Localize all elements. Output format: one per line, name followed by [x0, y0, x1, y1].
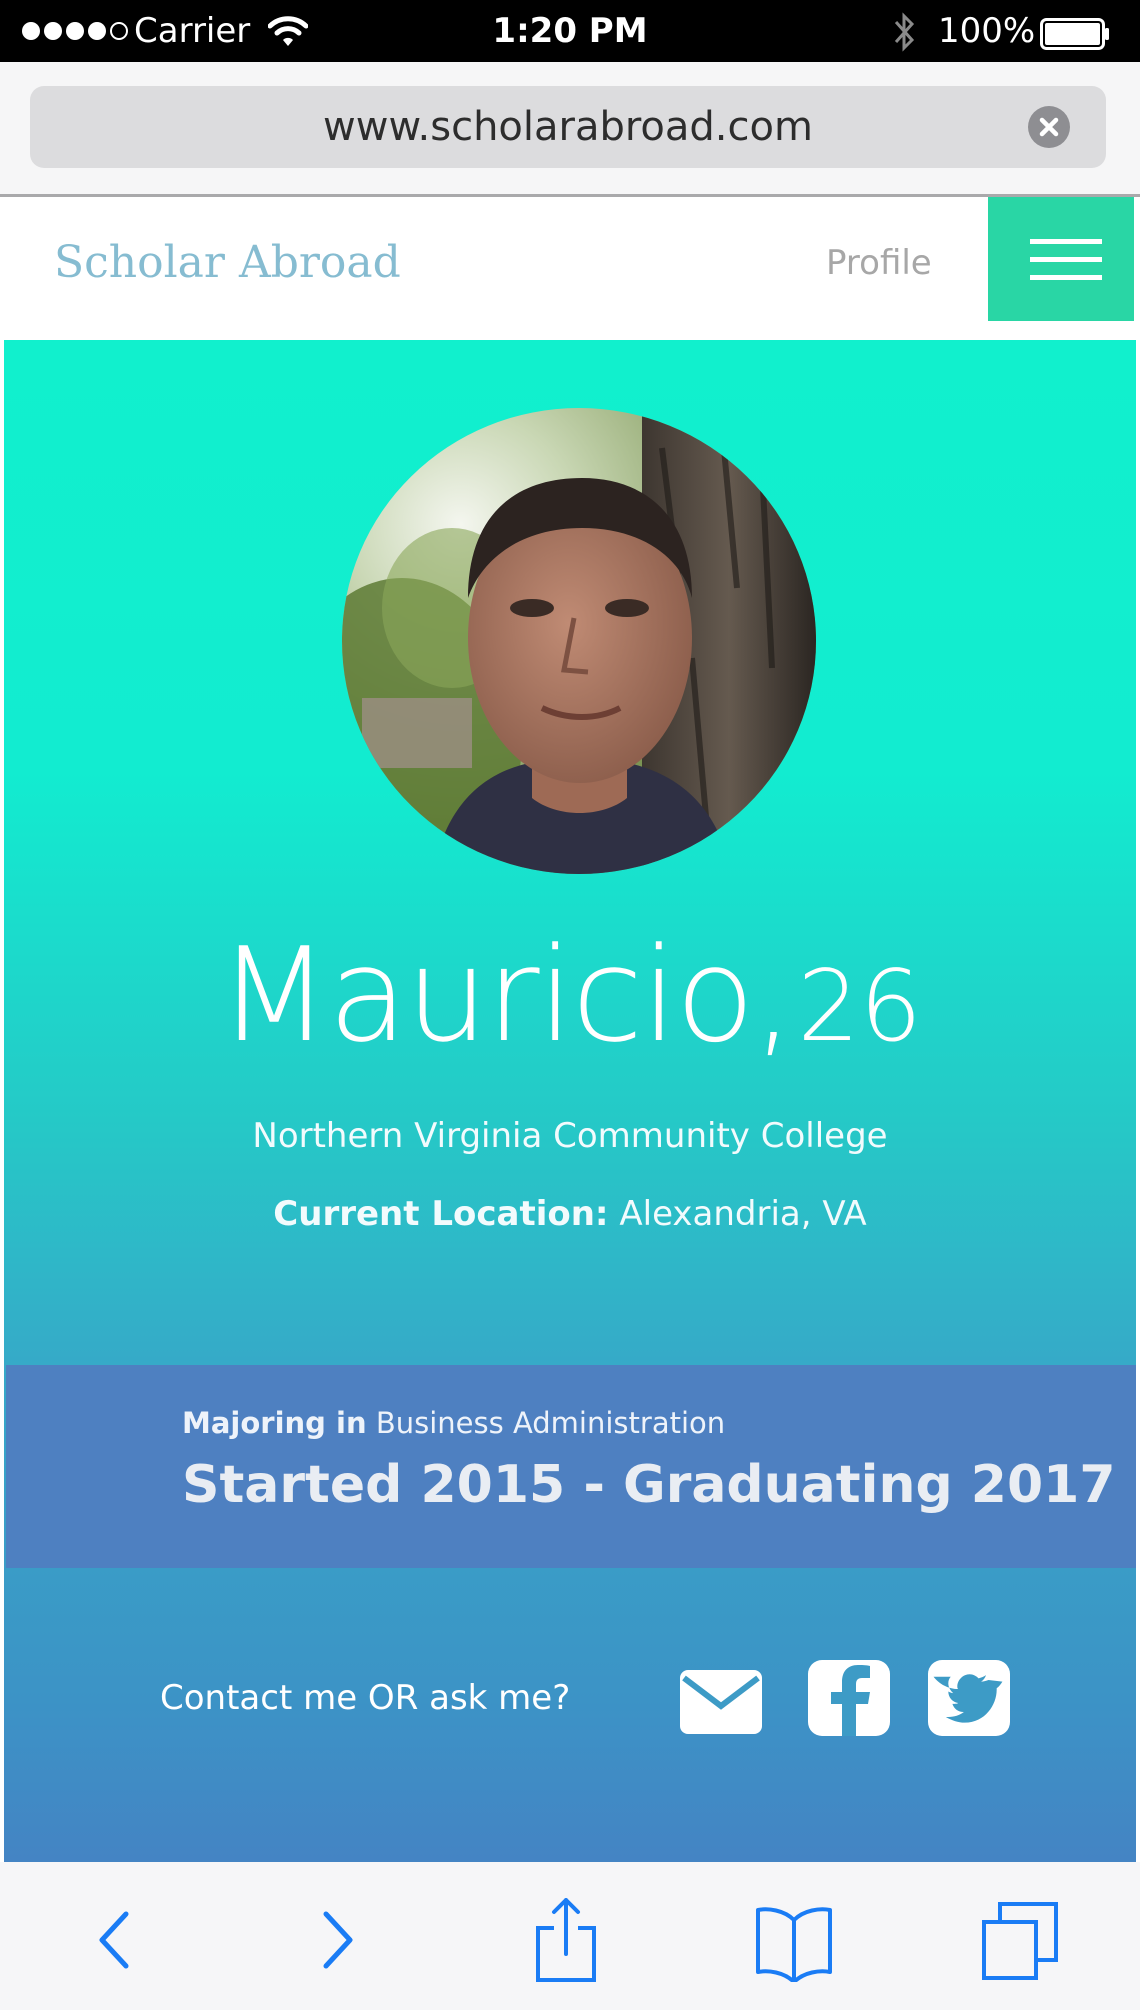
back-icon[interactable] [74, 1898, 154, 1982]
location-label: Current Location: [273, 1194, 609, 1234]
tabs-icon[interactable] [980, 1898, 1060, 1982]
site-header: Scholar Abroad Profile [6, 197, 1134, 340]
battery-percent: 100% [938, 11, 1036, 51]
hamburger-menu-icon[interactable] [988, 197, 1134, 321]
major-label: Majoring in [182, 1406, 367, 1440]
share-icon[interactable] [526, 1898, 606, 1982]
forward-icon[interactable] [298, 1898, 378, 1982]
browser-address-area: www.scholarabroad.com [0, 62, 1140, 197]
profile-college: Northern Virginia Community College [252, 1116, 888, 1156]
bookmarks-icon[interactable] [754, 1898, 834, 1982]
profile-first-name: Mauricio, [217, 919, 794, 1071]
profile-location: Current Location: Alexandria, VA [4, 1190, 1136, 1238]
profile-hero: Mauricio, 26 Northern Virginia Community… [4, 340, 1136, 1862]
nav-link-profile[interactable]: Profile [826, 237, 932, 289]
site-logo[interactable]: Scholar Abroad [54, 235, 401, 291]
contact-prompt: Contact me OR ask me? [160, 1678, 571, 1718]
clear-url-icon[interactable] [1028, 106, 1070, 148]
avatar [342, 408, 816, 874]
facebook-icon[interactable] [808, 1660, 890, 1736]
bluetooth-icon [894, 12, 915, 52]
major-line: Majoring in Business Administration [182, 1403, 725, 1443]
major-value: Business Administration [375, 1406, 726, 1440]
battery-icon [1040, 18, 1109, 50]
twitter-icon[interactable] [928, 1660, 1010, 1736]
url-text[interactable]: www.scholarabroad.com [30, 86, 1106, 168]
mail-icon[interactable] [680, 1670, 762, 1734]
location-value: Alexandria, VA [619, 1194, 867, 1234]
status-bar: Carrier 1:20 PM 100% [0, 0, 1140, 62]
profile-age: 26 [797, 950, 923, 1064]
major-section: Majoring in Business Administration Star… [6, 1365, 1136, 1568]
study-years: Started 2015 - Graduating 2017 [182, 1455, 1116, 1515]
browser-toolbar [0, 1862, 1140, 2010]
profile-name: Mauricio, 26 [4, 920, 1136, 1110]
url-field[interactable]: www.scholarabroad.com [30, 86, 1106, 168]
